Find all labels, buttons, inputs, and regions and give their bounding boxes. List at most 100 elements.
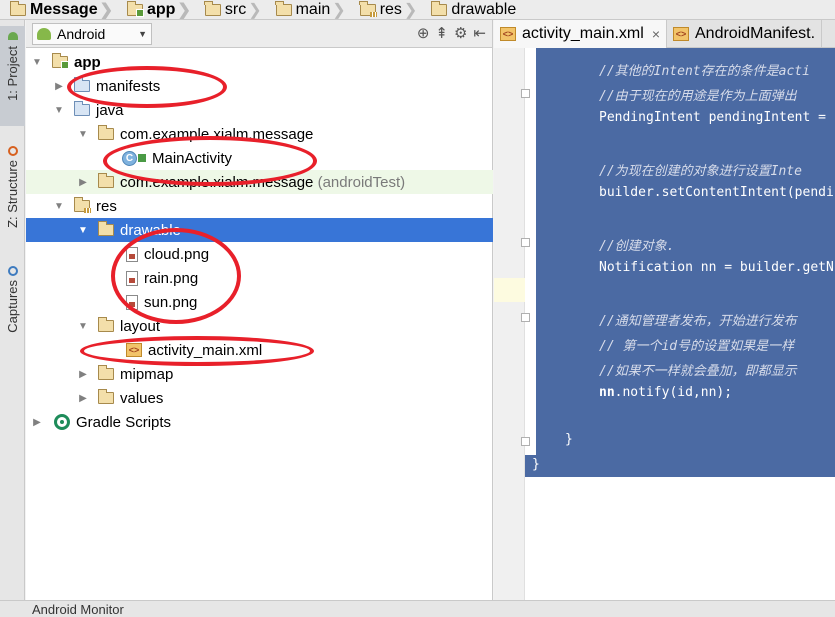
code-line: PendingIntent pendingIntent =: [599, 110, 826, 125]
xml-file-icon: <>: [126, 343, 142, 357]
expand-arrow-icon[interactable]: ▼: [76, 129, 90, 140]
tree-item-package-test[interactable]: ▶ com.example.xialm.message (androidTest…: [26, 170, 493, 194]
xml-file-icon: <>: [500, 27, 516, 41]
chevron-right-icon: ❯: [177, 1, 191, 19]
fold-marker-icon[interactable]: [521, 313, 530, 322]
code-line: nn.notify(id,nn);: [599, 385, 733, 400]
code-line: //如果不一样就会叠加，即都显示: [599, 364, 797, 379]
app-folder-icon: [51, 53, 69, 69]
folder-icon: [97, 389, 114, 404]
collapse-arrow-icon[interactable]: ▶: [30, 417, 44, 428]
app-folder-icon: [126, 0, 144, 17]
tree-item-sun[interactable]: sun.png: [26, 290, 493, 314]
chevron-down-icon: ▼: [138, 28, 147, 39]
collapse-arrow-icon[interactable]: ▶: [76, 369, 90, 380]
folder-icon: [275, 0, 292, 16]
tree-item-manifests[interactable]: ▶ manifests: [26, 74, 493, 98]
tree-item-main-activity[interactable]: C MainActivity: [26, 146, 493, 170]
expand-arrow-icon[interactable]: ▼: [76, 321, 90, 332]
breadcrumb-message[interactable]: Message ❯: [0, 0, 117, 19]
tree-item-drawable[interactable]: ▼ drawable: [26, 218, 493, 242]
expand-arrow-icon[interactable]: ▼: [76, 225, 90, 236]
tree-item-res[interactable]: ▼ res: [26, 194, 493, 218]
tab-activity-main-xml[interactable]: <> activity_main.xml ×: [494, 20, 667, 48]
project-toolbar-actions: ⊕ ⇞ ⚙ ⇤: [417, 24, 486, 42]
tree-item-package-main[interactable]: ▼ com.example.xialm.message: [26, 122, 493, 146]
tab-project[interactable]: 1: Project: [0, 26, 25, 126]
collapse-arrow-icon[interactable]: ▶: [76, 393, 90, 404]
gradle-icon: [54, 414, 70, 430]
hide-panel-icon[interactable]: ⇤: [473, 24, 486, 42]
code-line: }: [532, 457, 540, 472]
code-line: // 第一个id号的设置如果是一样: [599, 339, 795, 354]
code-line: //通知管理者发布，开始进行发布: [599, 314, 797, 329]
gear-icon[interactable]: ⚙: [454, 24, 467, 42]
breadcrumb-app[interactable]: app ❯: [117, 0, 195, 19]
tree-item-values[interactable]: ▶ values: [26, 386, 493, 410]
breadcrumb-main[interactable]: main ❯: [266, 0, 350, 19]
breadcrumb-src[interactable]: src ❯: [195, 0, 266, 19]
fold-marker-icon[interactable]: [521, 89, 530, 98]
tool-window-strip: 1: Project Z: Structure Captures: [0, 20, 25, 600]
android-head-icon: [7, 32, 18, 40]
chevron-right-icon: ❯: [332, 1, 346, 19]
project-toolbar: Android ▼ ⊕ ⇞ ⚙ ⇤: [26, 20, 492, 48]
tab-android-manifest[interactable]: <> AndroidManifest.: [667, 20, 823, 48]
tree-item-app[interactable]: ▼ app: [26, 50, 493, 74]
editor-tabs: <> activity_main.xml × <> AndroidManifes…: [494, 20, 835, 48]
tab-captures[interactable]: Captures: [0, 262, 25, 342]
image-file-icon: [126, 246, 138, 262]
code-line: Notification nn = builder.getN: [599, 260, 834, 275]
chevron-right-icon: ❯: [99, 1, 113, 19]
expand-arrow-icon[interactable]: ▼: [30, 57, 44, 68]
code-line: //其他的Intent存在的条件是acti: [599, 64, 810, 79]
code-line: //创建对象.: [599, 239, 675, 254]
image-file-icon: [126, 294, 138, 310]
breadcrumb: Message ❯ app ❯ src ❯ main ❯ res ❯ drawa…: [0, 0, 835, 20]
folder-icon: [97, 317, 114, 332]
editor-gutter: [494, 48, 525, 600]
view-mode-select[interactable]: Android ▼: [32, 22, 152, 45]
chevron-right-icon: ❯: [403, 1, 418, 19]
image-file-icon: [126, 270, 138, 286]
bottom-tool-bar[interactable]: Android Monitor: [0, 600, 835, 617]
breadcrumb-res[interactable]: res ❯: [350, 0, 422, 19]
tree-item-rain[interactable]: rain.png: [26, 266, 493, 290]
code-line: //由于现在的用途是作为上面弹出: [599, 89, 797, 104]
xml-file-icon: <>: [673, 27, 689, 41]
tab-structure[interactable]: Z: Structure: [0, 142, 25, 252]
ide-window: Message ❯ app ❯ src ❯ main ❯ res ❯ drawa…: [0, 0, 835, 617]
tree-item-layout[interactable]: ▼ layout: [26, 314, 493, 338]
code-line: //为现在创建的对象进行设置Inte: [599, 164, 802, 179]
expand-arrow-icon[interactable]: ▼: [52, 105, 66, 116]
tree-item-mipmap[interactable]: ▶ mipmap: [26, 362, 493, 386]
close-icon[interactable]: ×: [652, 26, 660, 42]
structure-icon: [7, 146, 18, 156]
breadcrumb-drawable[interactable]: drawable: [421, 0, 520, 19]
android-monitor-label: Android Monitor: [32, 602, 124, 617]
code-line: builder.setContentIntent(pendi: [599, 185, 834, 200]
tree-item-activity-main[interactable]: <> activity_main.xml: [26, 338, 493, 362]
tree-item-java[interactable]: ▼ java: [26, 98, 493, 122]
lock-icon: [138, 154, 146, 162]
collapse-arrow-icon[interactable]: ▶: [76, 177, 90, 188]
tree-item-cloud[interactable]: cloud.png: [26, 242, 493, 266]
folder-icon: [204, 0, 221, 16]
captures-icon: [7, 266, 18, 276]
expand-arrow-icon[interactable]: ▼: [52, 201, 66, 212]
chevron-right-icon: ❯: [248, 1, 262, 19]
fold-marker-icon[interactable]: [521, 437, 530, 446]
tree-item-gradle-scripts[interactable]: ▶ Gradle Scripts: [26, 410, 493, 434]
class-icon: C: [122, 150, 137, 166]
collapse-all-icon[interactable]: ⇞: [435, 24, 448, 42]
folder-icon: [430, 0, 448, 16]
folder-icon: [97, 221, 114, 236]
project-panel: Android ▼ ⊕ ⇞ ⚙ ⇤ ▼ app ▶ manifests ▼ ja…: [26, 20, 493, 600]
collapse-arrow-icon[interactable]: ▶: [52, 81, 66, 92]
package-icon: [97, 125, 114, 140]
res-folder-icon: [359, 0, 377, 17]
locate-icon[interactable]: ⊕: [417, 24, 430, 42]
folder-icon: [97, 365, 114, 380]
fold-marker-icon[interactable]: [521, 238, 530, 247]
folder-icon: [73, 101, 90, 116]
